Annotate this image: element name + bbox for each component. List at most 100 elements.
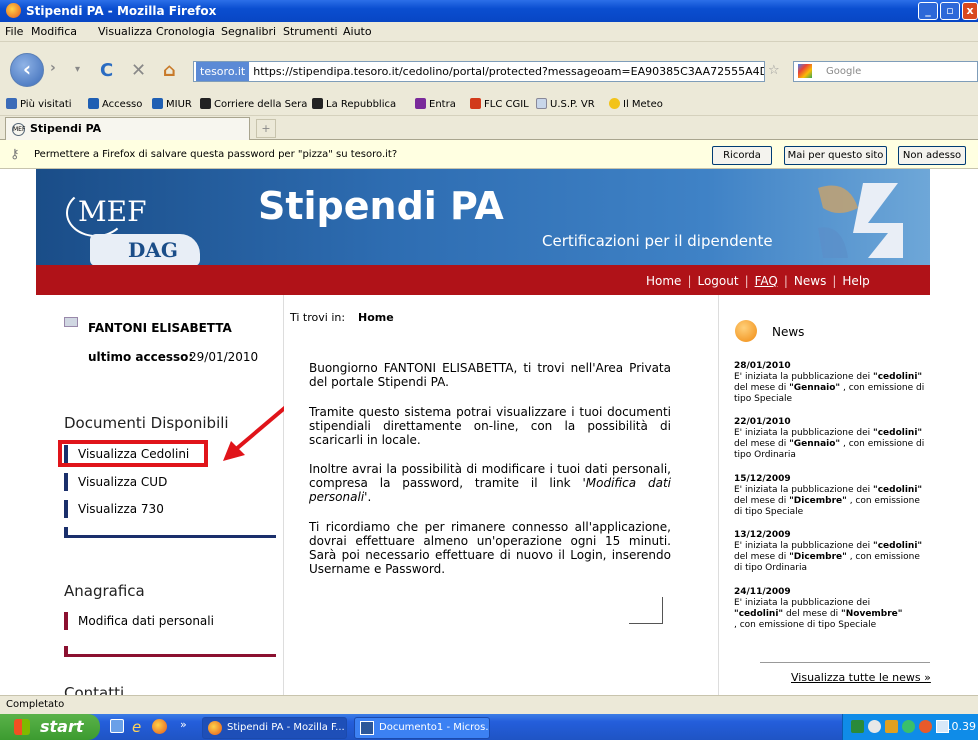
key-icon: ⚷ (10, 147, 20, 162)
menu-file[interactable]: File (5, 25, 23, 38)
clock: 10.39 (944, 720, 977, 733)
bookmark-item[interactable]: La Repubblica (312, 98, 396, 110)
address-bar[interactable]: tesoro.it https://stipendipa.tesoro.it/ce… (193, 61, 765, 82)
notification-message: Permettere a Firefox di salvare questa p… (34, 149, 398, 160)
bookmarks-toolbar: Più visitati Accesso MIUR Corriere della… (0, 94, 978, 116)
remember-button[interactable]: Ricorda (712, 146, 772, 165)
stop-icon[interactable]: ✕ (131, 60, 146, 81)
taskbar-item-firefox[interactable]: Stipendi PA - Mozilla F... (202, 717, 347, 739)
new-tab-button[interactable]: + (256, 119, 276, 138)
top-navigation: Home | Logout | FAQ | News | Help (646, 274, 870, 288)
section-divider (64, 527, 276, 538)
news-item[interactable]: 28/01/2010 E' iniziata la pubblicazione … (734, 361, 930, 405)
menu-help[interactable]: Aiuto (343, 25, 372, 38)
bookmark-item[interactable]: FLC CGIL (470, 98, 529, 110)
update-icon[interactable] (902, 720, 915, 733)
windows-logo-icon (14, 719, 30, 735)
system-tray: 10.39 (842, 714, 978, 740)
news-item[interactable]: 15/12/2009 E' iniziata la pubblicazione … (734, 474, 930, 518)
taskbar-item-word[interactable]: Documento1 - Micros... (354, 717, 490, 739)
window-title-bar[interactable]: Stipendi PA - Mozilla Firefox _ ▫ x (0, 0, 978, 22)
quicklaunch-firefox-icon[interactable] (152, 719, 167, 734)
breadcrumb-label: Ti trovi in: (290, 311, 346, 324)
reload-icon[interactable]: C (100, 60, 113, 81)
quicklaunch-ie-icon[interactable]: e (132, 718, 141, 736)
last-access-label: ultimo accesso: (88, 350, 194, 364)
bookmark-item[interactable]: U.S.P. VR (536, 98, 595, 110)
nav-home-link[interactable]: Home (646, 274, 681, 288)
site-subtitle: Certificazioni per il dipendente (542, 232, 773, 250)
not-now-button[interactable]: Non adesso (898, 146, 966, 165)
menu-history[interactable]: Cronologia (156, 25, 215, 38)
sidebar-item-730[interactable]: Visualizza 730 (64, 500, 164, 518)
bookmark-star-icon[interactable]: ☆ (768, 63, 780, 78)
quicklaunch-desktop-icon[interactable] (110, 719, 124, 733)
news-item[interactable]: 22/01/2010 E' iniziata la pubblicazione … (734, 417, 930, 461)
nav-help-link[interactable]: Help (842, 274, 869, 288)
tab-stipendi-pa[interactable]: MEF Stipendi PA (5, 117, 250, 140)
never-for-site-button[interactable]: Mai per questo sito (784, 146, 887, 165)
menu-bookmarks[interactable]: Segnalibri (221, 25, 276, 38)
documents-heading: Documenti Disponibili (64, 414, 229, 432)
quicklaunch-more-icon[interactable]: » (180, 718, 187, 731)
maximize-button[interactable]: ▫ (940, 2, 960, 20)
news-item[interactable]: 24/11/2009 E' iniziata la pubblicazione … (734, 587, 904, 631)
bookmark-item[interactable]: Più visitati (6, 98, 72, 110)
breadcrumb-current: Home (358, 311, 394, 324)
nav-news-link[interactable]: News (794, 274, 826, 288)
all-news-link[interactable]: Visualizza tutte le news » (791, 671, 931, 684)
mef-favicon-icon: MEF (12, 123, 25, 136)
profile-paragraph: Inoltre avrai la possibilità di modifica… (309, 462, 671, 504)
menu-bar: File Modifica Visualizza Cronologia Segn… (0, 22, 978, 42)
sidebar-item-cud[interactable]: Visualizza CUD (64, 473, 167, 491)
content-corner-decoration (629, 597, 663, 624)
status-bar: Completato (0, 695, 978, 714)
network-icon[interactable] (851, 720, 864, 733)
search-input[interactable]: Google (793, 61, 978, 82)
display-icon[interactable] (936, 720, 949, 733)
contacts-heading: Contatti (64, 684, 125, 695)
bookmark-item[interactable]: Entra (415, 98, 456, 110)
news-icon (735, 320, 757, 342)
word-icon (360, 721, 374, 735)
volume-icon[interactable] (868, 720, 881, 733)
mef-logo: MEF (66, 189, 147, 237)
welcome-paragraph: Buongiorno FANTONI ELISABETTA, ti trovi … (309, 361, 671, 389)
last-access-value: 29/01/2010 (189, 350, 259, 364)
back-button[interactable]: ‹ (10, 53, 44, 87)
home-icon[interactable]: ⌂ (163, 60, 176, 81)
firefox-icon (208, 721, 222, 735)
nav-logout-link[interactable]: Logout (697, 274, 738, 288)
close-button[interactable]: x (962, 2, 978, 20)
bookmark-item[interactable]: Il Meteo (609, 98, 663, 110)
site-identity-badge[interactable]: tesoro.it (196, 62, 250, 81)
user-icon (64, 317, 78, 327)
bookmark-item[interactable]: Accesso (88, 98, 142, 110)
annotation-highlight-box (58, 440, 208, 467)
news-item[interactable]: 13/12/2009 E' iniziata la pubblicazione … (734, 530, 930, 574)
stipendi-logo-icon (818, 183, 903, 258)
news-divider (760, 662, 930, 663)
bookmark-item[interactable]: Corriere della Sera (200, 98, 307, 110)
bookmark-item[interactable]: MIUR (152, 98, 192, 110)
security-icon[interactable] (885, 720, 898, 733)
status-text: Completato (6, 699, 65, 710)
tray-app-icon[interactable] (919, 720, 932, 733)
forward-button[interactable]: › (50, 60, 56, 76)
site-title: Stipendi PA (258, 184, 504, 228)
firefox-icon (6, 3, 21, 18)
section-divider (64, 646, 276, 657)
nav-faq-link[interactable]: FAQ (755, 274, 778, 288)
menu-edit[interactable]: Modifica (31, 25, 77, 38)
menu-view[interactable]: Visualizza (98, 25, 152, 38)
minimize-button[interactable]: _ (918, 2, 938, 20)
user-name: FANTONI ELISABETTA (88, 321, 232, 335)
search-engine-icon[interactable] (798, 64, 812, 78)
sidebar-item-modifica-dati[interactable]: Modifica dati personali (64, 612, 214, 630)
dag-logo: DAG (90, 234, 200, 266)
menu-tools[interactable]: Strumenti (283, 25, 338, 38)
registry-heading: Anagrafica (64, 582, 145, 600)
url-text: https://stipendipa.tesoro.it/cedolino/po… (253, 65, 764, 78)
news-heading: News (772, 325, 805, 339)
history-dropdown-icon[interactable]: ▾ (75, 64, 80, 75)
